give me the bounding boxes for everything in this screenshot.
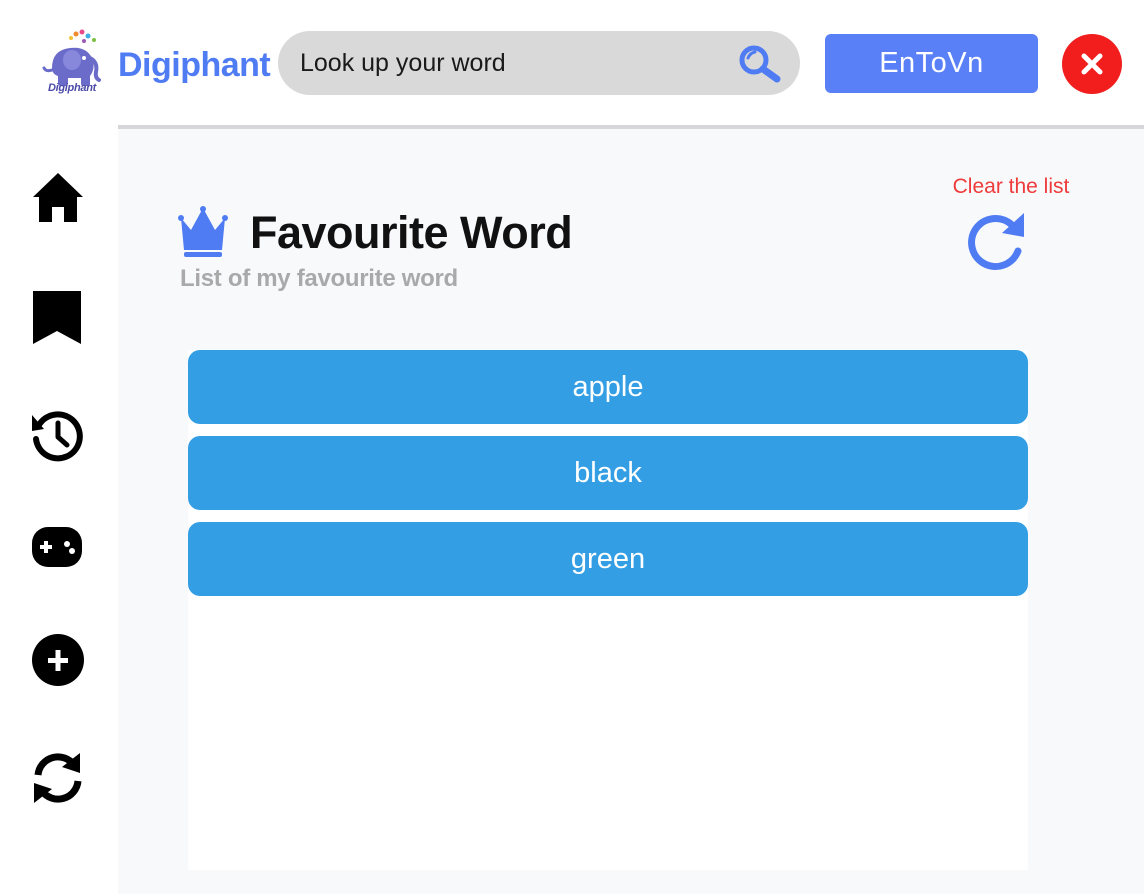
page-subtitle: List of my favourite word bbox=[180, 265, 458, 292]
word-item[interactable]: apple bbox=[188, 350, 1028, 424]
word-list: apple black green bbox=[188, 350, 1028, 870]
close-button[interactable] bbox=[1062, 34, 1122, 94]
history-icon[interactable] bbox=[30, 407, 86, 463]
redo-icon[interactable] bbox=[966, 211, 1032, 273]
sync-icon[interactable] bbox=[30, 749, 86, 805]
close-icon bbox=[1081, 53, 1103, 75]
brand-name: Digiphant bbox=[118, 46, 271, 84]
search-icon[interactable] bbox=[736, 44, 784, 84]
language-toggle-button[interactable]: EnToVn bbox=[825, 34, 1038, 93]
search-bar bbox=[278, 31, 800, 95]
word-item[interactable]: green bbox=[188, 522, 1028, 596]
add-circle-icon[interactable] bbox=[30, 631, 86, 687]
logo-caption: Digiphant bbox=[47, 82, 96, 94]
home-icon[interactable] bbox=[30, 169, 86, 225]
main-content: Favourite Word List of my favourite word… bbox=[118, 129, 1144, 894]
page-title: Favourite Word bbox=[250, 207, 573, 258]
bookmark-icon[interactable] bbox=[30, 289, 86, 345]
clear-list-label[interactable]: Clear the list bbox=[926, 175, 1096, 199]
word-item[interactable]: black bbox=[188, 436, 1028, 510]
crown-icon bbox=[178, 206, 228, 257]
sidebar bbox=[0, 129, 118, 894]
search-input[interactable] bbox=[300, 31, 720, 95]
app-header: Digiphant Digiphant EnToVn bbox=[0, 0, 1144, 128]
gamepad-icon[interactable] bbox=[30, 519, 86, 575]
